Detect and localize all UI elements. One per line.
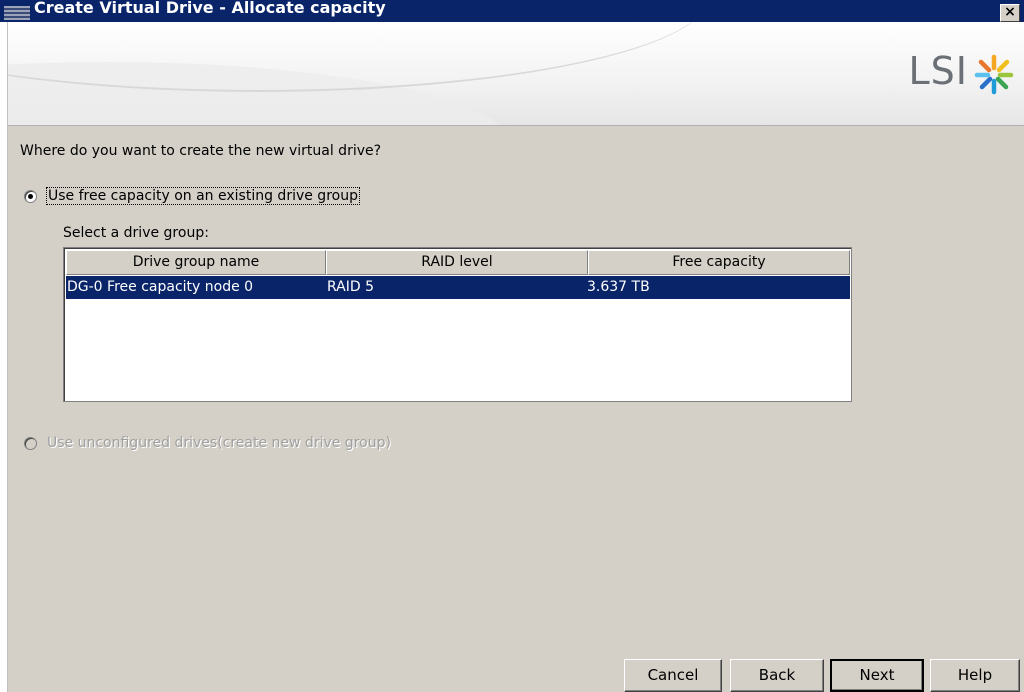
cell-drive-group-name: DG-0 Free capacity node 0 — [67, 279, 254, 295]
window-menu-icon[interactable] — [4, 6, 30, 20]
column-header-raid-level[interactable]: RAID level — [326, 250, 588, 275]
table-row[interactable]: DG-0 Free capacity node 0 RAID 5 3.637 T… — [66, 276, 850, 299]
window-left-edge — [0, 0, 8, 692]
column-header-free-capacity[interactable]: Free capacity — [588, 250, 850, 275]
window-title: Create Virtual Drive - Allocate capacity — [34, 0, 386, 17]
lsi-starburst-icon — [974, 54, 1014, 95]
allocation-question: Where do you want to create the new virt… — [20, 143, 382, 159]
select-drive-group-label: Select a drive group: — [63, 225, 209, 241]
cell-raid-level: RAID 5 — [327, 279, 375, 295]
header-banner: LSI — [8, 22, 1024, 126]
cancel-button[interactable]: Cancel — [624, 659, 722, 692]
banner-swoosh — [8, 22, 708, 92]
help-button[interactable]: Help — [930, 659, 1020, 692]
next-button[interactable]: Next — [830, 659, 924, 692]
unconfigured-drives-label[interactable]: Use unconfigured drives(create new drive… — [47, 435, 391, 451]
back-button[interactable]: Back — [730, 659, 824, 692]
existing-group-label[interactable]: Use free capacity on an existing drive g… — [46, 187, 360, 205]
cell-free-capacity: 3.637 TB — [587, 279, 650, 295]
column-header-drive-group-name[interactable]: Drive group name — [66, 250, 326, 275]
existing-group-radio[interactable] — [24, 190, 37, 203]
unconfigured-drives-radio[interactable] — [24, 437, 37, 450]
close-button[interactable]: × — [1000, 4, 1020, 22]
drive-group-table[interactable]: Drive group name RAID level Free capacit… — [63, 247, 852, 402]
table-header: Drive group name RAID level Free capacit… — [66, 250, 850, 275]
title-bar: Create Virtual Drive - Allocate capacity… — [0, 0, 1024, 22]
lsi-logo-text: LSI — [908, 49, 968, 93]
